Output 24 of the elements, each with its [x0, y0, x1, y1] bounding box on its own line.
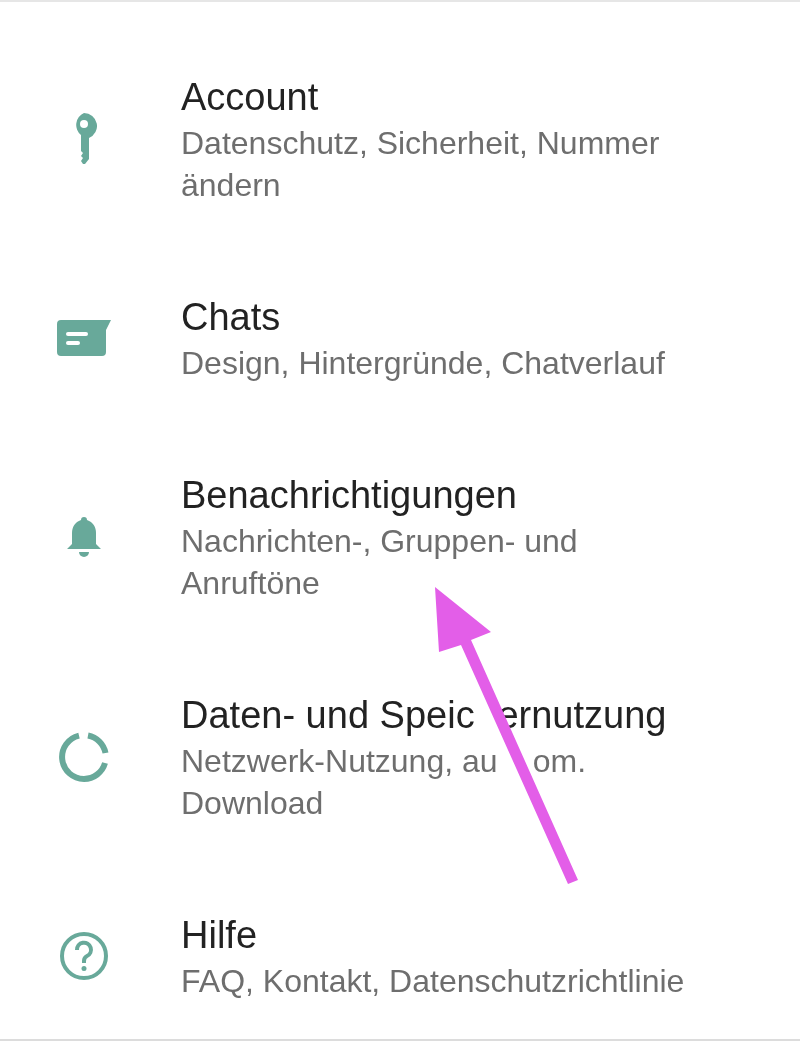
setting-title: Benachrichtigungen [181, 474, 517, 516]
chat-icon [56, 320, 111, 356]
settings-item[interactable]: Benachrichtigungen Nachrichten-, Gruppen- und Anruftöne [0, 470, 800, 690]
setting-description: Design, Hintergründe, Chatverlauf [181, 345, 665, 381]
setting-description: Download [181, 785, 324, 821]
setting-description: Datenschutz, Sicherheit, Nummer [181, 125, 660, 161]
setting-title: Account [181, 76, 319, 118]
setting-description: ändern [181, 167, 281, 203]
setting-description: Netzwerk-Nutzung, au [181, 743, 498, 779]
settings-item[interactable]: Account Datenschutz, Sicherheit, Nummer ändern [0, 72, 800, 292]
setting-description: Anruftöne [181, 565, 320, 601]
setting-description: FAQ, Kontakt, Datenschutzrichtlinie [181, 963, 685, 999]
setting-title: Daten- und Speic [181, 694, 475, 736]
setting-title: ernutzung [497, 694, 667, 736]
setting-title: Chats [181, 296, 281, 338]
data-usage-icon [57, 731, 110, 783]
settings-item[interactable]: Daten- und Speic ernutzung Netzwerk-Nutzung, au om. Download [0, 690, 800, 910]
setting-description: om. [532, 743, 587, 779]
bell-icon [65, 517, 102, 557]
setting-description: Nachrichten-, Gruppen- und [181, 523, 578, 559]
settings-item[interactable]: Chats Design, Hintergründe, Chatverlauf [0, 292, 800, 470]
help-icon [58, 931, 109, 981]
settings-item[interactable]: Hilfe FAQ, Kontakt, Datenschutzrichtlinie [0, 910, 800, 1039]
setting-title: Hilfe [181, 914, 258, 956]
